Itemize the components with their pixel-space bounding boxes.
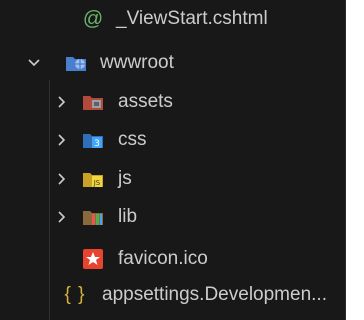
- tree-item-favicon[interactable]: favicon.ico: [0, 240, 345, 278]
- tree-item-lib[interactable]: lib: [0, 198, 345, 236]
- tree-item-appsettings-development[interactable]: { } appsettings.Developmen...: [0, 276, 345, 314]
- chevron-right-icon[interactable]: [54, 171, 70, 187]
- tree-item-label: appsettings.Developmen...: [102, 284, 327, 305]
- svg-text:3: 3: [94, 139, 100, 149]
- assets-folder-icon: [82, 91, 104, 113]
- tree-item-js[interactable]: JS js: [0, 160, 345, 198]
- tree-item-label: lib: [118, 206, 138, 227]
- chevron-right-icon[interactable]: [54, 132, 70, 148]
- chevron-right-icon[interactable]: [54, 94, 70, 110]
- json-braces-icon: { }: [64, 284, 86, 305]
- tree-item-assets[interactable]: assets: [0, 83, 345, 121]
- favicon-icon: [82, 248, 104, 270]
- tree-item-label: assets: [118, 91, 173, 112]
- globe-folder-icon: [65, 52, 87, 74]
- tree-item-wwwroot[interactable]: wwwroot: [0, 44, 345, 82]
- razor-at-icon: @: [82, 7, 104, 30]
- tree-item-css[interactable]: 3 css: [0, 121, 345, 159]
- svg-text:JS: JS: [93, 179, 101, 187]
- tree-item-label: wwwroot: [100, 52, 174, 73]
- css-folder-icon: 3: [82, 129, 104, 151]
- chevron-right-icon[interactable]: [54, 209, 70, 225]
- explorer-panel: @ _ViewStart.cshtml wwwroot assets 3 css…: [0, 0, 346, 320]
- lib-folder-icon: [82, 206, 104, 228]
- chevron-down-icon[interactable]: [26, 55, 42, 71]
- tree-item-label: favicon.ico: [118, 248, 208, 269]
- tree-item-viewstart[interactable]: @ _ViewStart.cshtml: [0, 0, 345, 38]
- tree-item-label: js: [118, 168, 132, 189]
- js-folder-icon: JS: [82, 168, 104, 190]
- tree-item-label: css: [118, 129, 147, 150]
- tree-item-label: _ViewStart.cshtml: [116, 8, 268, 29]
